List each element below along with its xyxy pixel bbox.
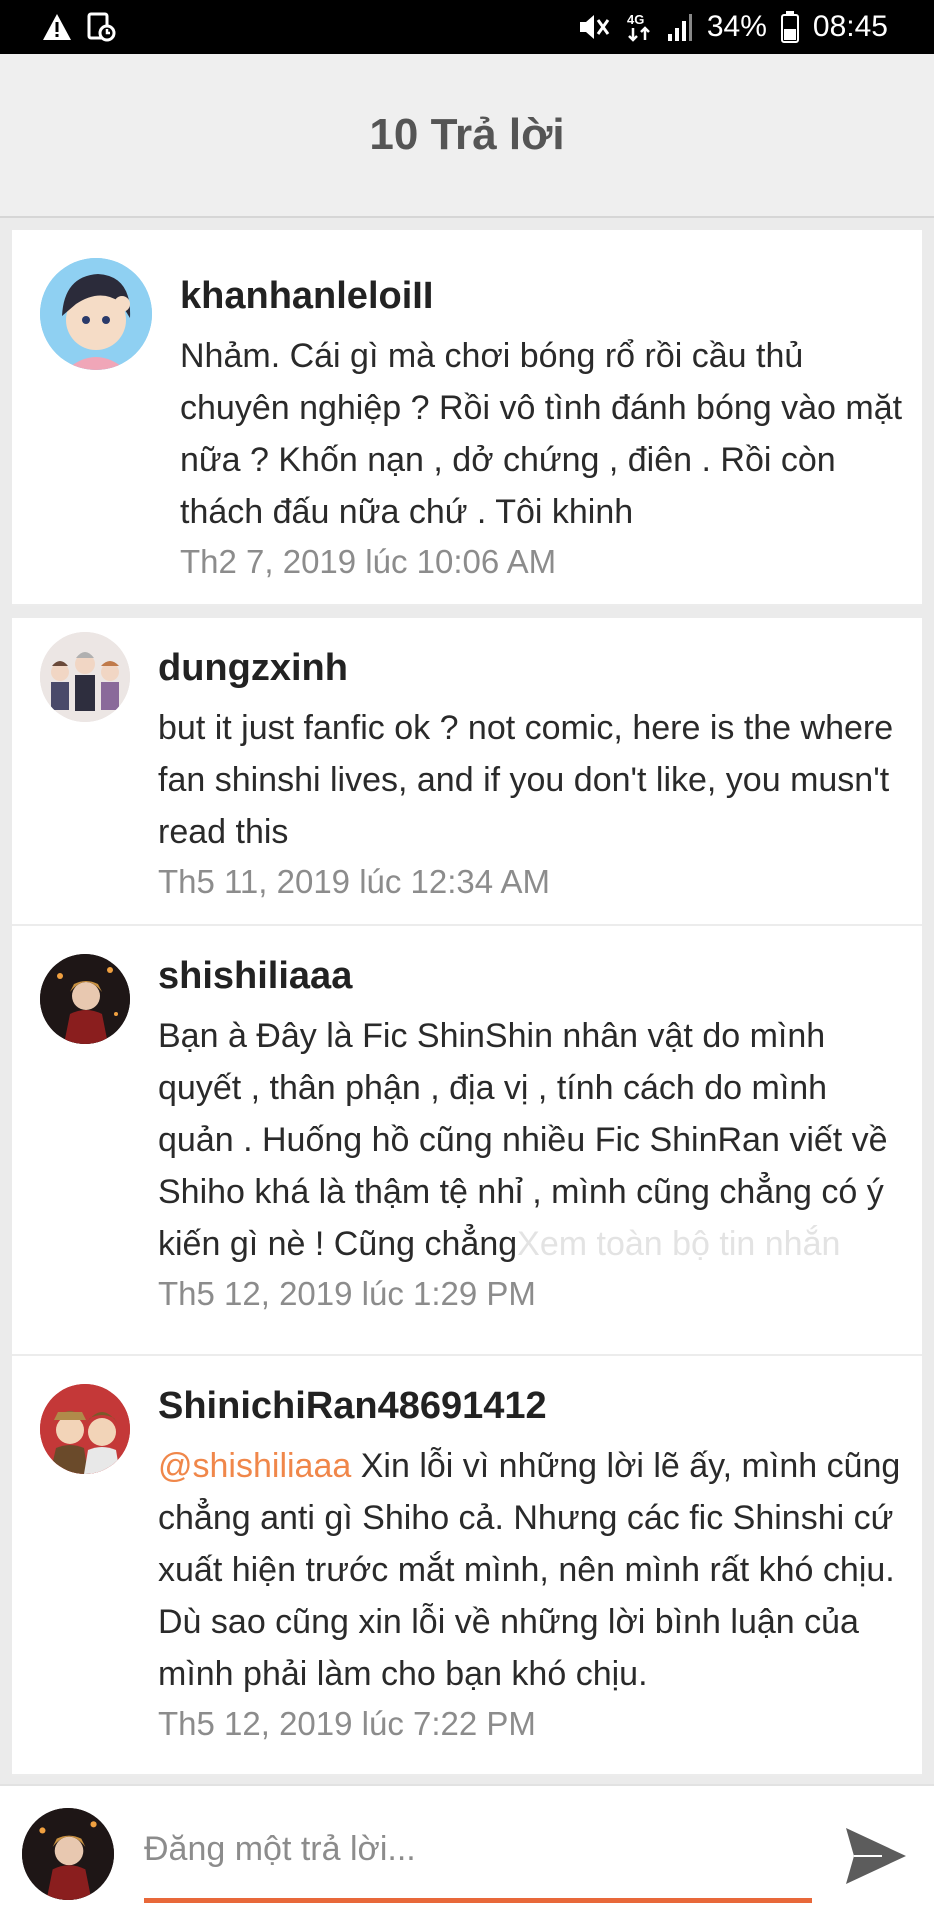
warning-icon: [42, 13, 72, 41]
clock: 08:45: [812, 10, 888, 43]
network-icon: 4G: [625, 10, 653, 44]
avatar[interactable]: [40, 1384, 130, 1474]
comment-card[interactable]: ShinichiRan48691412 @shishiliaaa Xin lỗi…: [12, 1356, 922, 1776]
comment-body: ShinichiRan48691412 @shishiliaaa Xin lỗi…: [158, 1384, 908, 1746]
comment-card[interactable]: dungzxinh but it just fanfic ok ? not co…: [12, 618, 922, 926]
see-more-link[interactable]: Xem toàn bộ tin nhắn: [517, 1225, 840, 1263]
mute-icon: [577, 12, 611, 42]
comments-feed[interactable]: khanhanleloiII Nhảm. Cái gì mà chơi bóng…: [12, 230, 922, 1776]
comment-text: Nhảm. Cái gì mà chơi bóng rổ rồi cầu thủ…: [180, 337, 903, 531]
send-icon[interactable]: [844, 1826, 908, 1891]
battery-percent: 34%: [706, 10, 767, 43]
comment-card[interactable]: shishiliaaa Bạn à Đây là Fic ShinShin nh…: [12, 926, 922, 1356]
avatar[interactable]: [40, 954, 130, 1044]
avatar[interactable]: [40, 632, 130, 722]
comment-text: but it just fanfic ok ? not comic, here …: [158, 709, 894, 851]
comment-body: shishiliaaa Bạn à Đây là Fic ShinShin nh…: [158, 954, 908, 1316]
comment-text: Bạn à Đây là Fic ShinShin nhân vật do mì…: [158, 1010, 908, 1270]
page-title: 10 Trả lời: [369, 110, 565, 159]
mention-link[interactable]: @shishiliaaa: [158, 1447, 351, 1485]
reply-composer: [0, 1784, 934, 1922]
status-bar: 4G 34% 08:45: [0, 0, 934, 54]
comment-timestamp: Th5 12, 2019 lúc 1:29 PM: [158, 1275, 536, 1312]
header: 10 Trả lời: [0, 54, 934, 218]
comment-timestamp: Th5 11, 2019 lúc 12:34 AM: [158, 863, 550, 900]
comment-timestamp: Th2 7, 2019 lúc 10:06 AM: [180, 543, 557, 580]
comment-username[interactable]: khanhanleloiII: [180, 274, 910, 318]
reply-input[interactable]: [144, 1820, 810, 1878]
user-avatar[interactable]: [22, 1808, 114, 1900]
comment-username[interactable]: ShinichiRan48691412: [158, 1384, 908, 1428]
screenshot-icon: [86, 12, 116, 42]
comment-body: khanhanleloiII Nhảm. Cái gì mà chơi bóng…: [180, 274, 910, 584]
svg-text:4G: 4G: [627, 12, 644, 27]
input-underline: [144, 1898, 812, 1903]
comment-username[interactable]: dungzxinh: [158, 646, 908, 690]
comment-timestamp: Th5 12, 2019 lúc 7:22 PM: [158, 1705, 536, 1742]
signal-icon: [667, 12, 693, 42]
comment-body: dungzxinh but it just fanfic ok ? not co…: [158, 646, 908, 904]
comment-card[interactable]: khanhanleloiII Nhảm. Cái gì mà chơi bóng…: [12, 230, 922, 606]
avatar[interactable]: [40, 258, 152, 370]
battery-icon: [780, 11, 799, 43]
comment-text: @shishiliaaa Xin lỗi vì những lời lẽ ấy,…: [158, 1440, 908, 1700]
comment-username[interactable]: shishiliaaa: [158, 954, 908, 998]
